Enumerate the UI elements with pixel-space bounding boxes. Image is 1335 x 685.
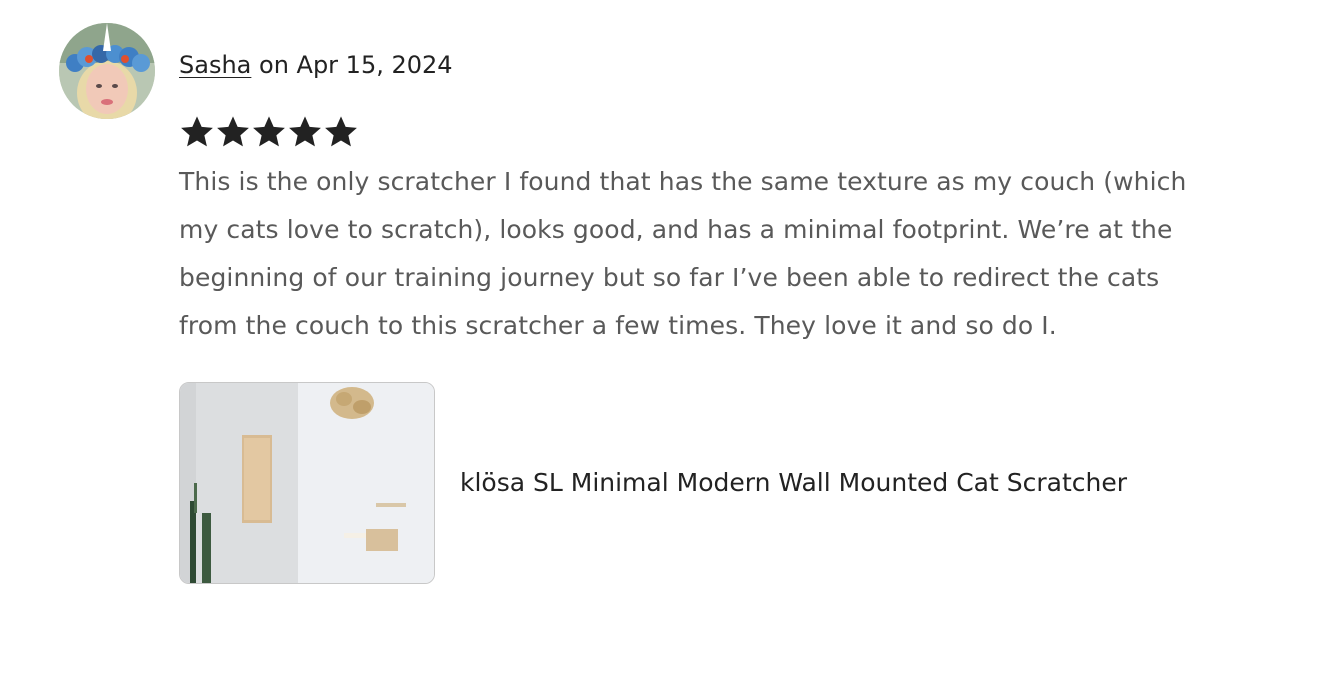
review-text-line: beginning of our training journey but so… xyxy=(179,263,1160,292)
listing-photo xyxy=(180,383,434,583)
star-icon xyxy=(289,116,321,147)
star-rating xyxy=(179,113,359,151)
star-icon xyxy=(181,116,213,147)
review-text-line: This is the only scratcher I found that … xyxy=(179,167,1187,196)
avatar-photo xyxy=(59,23,155,119)
star-icon xyxy=(325,116,357,147)
date-connector: on xyxy=(251,51,297,79)
listing-link[interactable]: klösa SL Minimal Modern Wall Mounted Cat… xyxy=(179,382,1127,584)
review-text-line: from the couch to this scratcher a few t… xyxy=(179,311,1057,340)
review-meta: Sasha on Apr 15, 2024 xyxy=(179,49,453,81)
review-text: This is the only scratcher I found that … xyxy=(179,158,1259,350)
star-icon xyxy=(253,116,285,147)
reviewer-avatar[interactable] xyxy=(59,23,155,119)
review-text-line: my cats love to scratch), looks good, an… xyxy=(179,215,1173,244)
star-icon xyxy=(217,116,249,147)
listing-title[interactable]: klösa SL Minimal Modern Wall Mounted Cat… xyxy=(460,467,1127,499)
review-card: Sasha on Apr 15, 2024 This is the only s… xyxy=(0,0,1335,685)
listing-thumbnail[interactable] xyxy=(179,382,435,584)
reviewer-name-link[interactable]: Sasha xyxy=(179,51,251,79)
review-date: Apr 15, 2024 xyxy=(296,51,453,79)
